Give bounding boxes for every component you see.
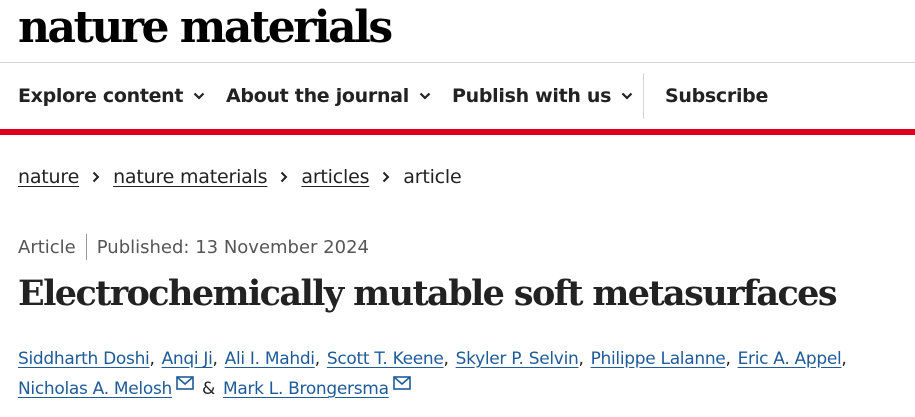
breadcrumb: nature nature materials articles article bbox=[18, 164, 462, 190]
author-link[interactable]: Scott T. Keene bbox=[327, 344, 444, 374]
breadcrumb-nature-materials[interactable]: nature materials bbox=[113, 166, 268, 188]
chevron-down-icon bbox=[193, 92, 205, 100]
chevron-right-icon bbox=[281, 171, 288, 183]
envelope-icon[interactable] bbox=[392, 376, 411, 390]
author-link[interactable]: Ali I. Mahdi bbox=[225, 344, 315, 374]
breadcrumb-nature[interactable]: nature bbox=[18, 166, 79, 188]
author-link[interactable]: Siddharth Doshi bbox=[18, 344, 150, 374]
chevron-down-icon bbox=[419, 92, 431, 100]
author-line-2: Nicholas A. Melosh & Mark L. Brongersma bbox=[18, 374, 915, 404]
nav-about-journal-label: About the journal bbox=[226, 85, 409, 107]
nav-subscribe[interactable]: Subscribe bbox=[665, 63, 768, 129]
chevron-right-icon bbox=[383, 171, 390, 183]
published-date: Published: 13 November 2024 bbox=[96, 236, 369, 258]
nav-separator bbox=[643, 73, 644, 119]
envelope-icon[interactable] bbox=[176, 376, 194, 390]
author-link[interactable]: Anqi Ji bbox=[162, 344, 213, 374]
chevron-right-icon bbox=[92, 171, 100, 183]
article-type: Article bbox=[18, 236, 76, 258]
author-line-1: Siddharth Doshi, Anqi Ji, Ali I. Mahdi, … bbox=[18, 344, 915, 374]
nav-about-journal[interactable]: About the journal bbox=[226, 63, 431, 129]
breadcrumb-current: article bbox=[403, 166, 462, 188]
author-link[interactable]: Skyler P. Selvin bbox=[456, 344, 579, 374]
nav-explore-content-label: Explore content bbox=[18, 85, 184, 107]
nav-publish-with-us-label: Publish with us bbox=[452, 85, 612, 107]
main-nav: Explore content About the journal Publis… bbox=[0, 63, 915, 129]
author-list: Siddharth Doshi, Anqi Ji, Ali I. Mahdi, … bbox=[18, 344, 915, 404]
article-meta: Article Published: 13 November 2024 bbox=[18, 234, 369, 260]
author-link[interactable]: Philippe Lalanne bbox=[591, 344, 726, 374]
chevron-down-icon bbox=[621, 92, 633, 100]
breadcrumb-articles[interactable]: articles bbox=[301, 166, 369, 188]
author-link[interactable]: Eric A. Appel bbox=[738, 344, 842, 374]
meta-divider bbox=[85, 234, 87, 260]
accent-bar bbox=[0, 129, 915, 135]
nav-publish-with-us[interactable]: Publish with us bbox=[452, 63, 633, 129]
nav-subscribe-label: Subscribe bbox=[665, 85, 769, 107]
journal-logo[interactable]: nature materials bbox=[18, 0, 393, 56]
author-separator: & bbox=[201, 379, 215, 399]
nav-explore-content[interactable]: Explore content bbox=[18, 63, 205, 129]
article-title: Electrochemically mutable soft metasurfa… bbox=[18, 273, 838, 314]
author-link[interactable]: Nicholas A. Melosh bbox=[18, 374, 172, 404]
author-link[interactable]: Mark L. Brongersma bbox=[223, 374, 389, 404]
